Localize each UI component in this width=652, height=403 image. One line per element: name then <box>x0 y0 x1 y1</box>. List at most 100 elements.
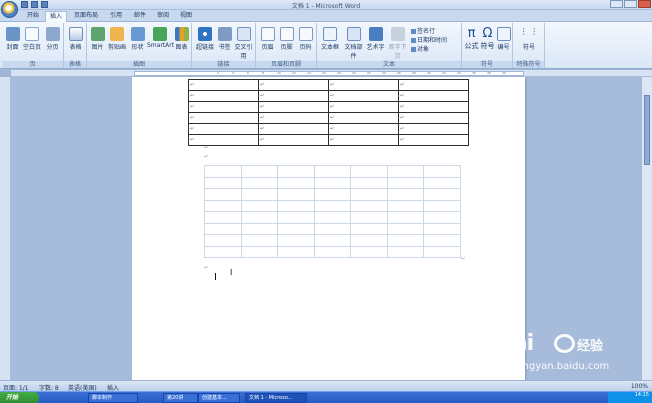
table-cell[interactable]: ↵ <box>328 90 399 102</box>
ruler-tick: 26 <box>397 71 401 75</box>
close-button[interactable] <box>638 0 651 8</box>
table-cell[interactable]: ↵ <box>398 123 469 135</box>
document-page[interactable]: ↵ ↵ ↵ ↵ ↵ ↵ ↵ ↵ ↵ ↵ ↵ ↵ ↵ ↵ ↵ ↵ ↵ ↵ ↵ ↵ ↵ ↵ ↵ ↵ ↵ ↵ ↵ ↵ I <box>132 77 525 380</box>
header-button[interactable]: 页眉 <box>259 27 276 51</box>
bookmark-button[interactable]: 书签 <box>217 27 232 51</box>
ribbon: 封面 空白页 分页 页 表格 表格 图片 剪贴画 形状 SmartArt 图表 … <box>0 22 652 69</box>
signature-line-button[interactable]: 签名行 <box>411 26 435 35</box>
taskbar-item-active[interactable]: 文档 1 - Microso... <box>245 393 307 403</box>
cover-page-button[interactable]: 封面 <box>5 27 20 51</box>
taskbar-item[interactable]: 第20讲 <box>163 393 198 403</box>
table-cell[interactable]: ↵ <box>258 101 329 113</box>
quick-parts-button[interactable]: 文档部件 <box>342 27 365 60</box>
shapes-button[interactable]: 形状 <box>129 27 146 51</box>
numbering-button[interactable]: 编号 <box>496 27 511 51</box>
ruler-tick: 4 <box>232 71 234 75</box>
clip-art-button[interactable]: 剪贴画 <box>107 27 127 51</box>
gridline-table[interactable] <box>204 165 461 258</box>
ruler-tick: 30 <box>427 71 431 75</box>
table-cell[interactable]: ↵ <box>398 101 469 113</box>
table-cell[interactable]: ↵ <box>328 101 399 113</box>
picture-button[interactable]: 图片 <box>90 27 105 51</box>
ruler-tick: 20 <box>352 71 356 75</box>
table-cell[interactable]: ↵ <box>188 134 259 146</box>
table-cell[interactable]: ↵ <box>398 134 469 146</box>
special-symbol-button[interactable]: ⋮ ⋮ 符号 <box>516 27 542 51</box>
table-cell[interactable]: ↵ <box>328 134 399 146</box>
equation-button[interactable]: π 公式 <box>464 26 479 51</box>
ruler-tick: 40 <box>502 71 506 75</box>
page-break-button[interactable]: 分页 <box>44 27 61 51</box>
wordart-button[interactable]: 艺术字 <box>366 27 385 51</box>
table-cell[interactable]: ↵ <box>188 112 259 124</box>
maximize-button[interactable] <box>624 0 637 8</box>
watermark-url: jingyan.baidu.com <box>517 361 610 372</box>
table-cell[interactable]: ↵ <box>258 79 329 91</box>
clock: 14:15 <box>634 392 649 398</box>
table-cell[interactable]: ↵ <box>258 112 329 124</box>
table-button[interactable]: 表格 <box>67 27 84 51</box>
smartart-button[interactable]: SmartArt <box>147 27 174 49</box>
table-cell[interactable]: ↵ <box>258 134 329 146</box>
tables-group: 表格 表格 <box>64 23 87 68</box>
page-number-button[interactable]: 页码 <box>297 27 314 51</box>
blank-page-button[interactable]: 空白页 <box>22 27 42 51</box>
tab-references[interactable]: 引用 <box>106 11 126 22</box>
table-cell[interactable]: ↵ <box>258 123 329 135</box>
footer-button[interactable]: 页脚 <box>278 27 295 51</box>
ruler-tick: 34 <box>457 71 461 75</box>
paragraph-mark: ↵ <box>204 265 209 271</box>
text-box-button[interactable]: 文本框 <box>320 27 340 51</box>
table-cell[interactable]: ↵ <box>398 112 469 124</box>
vertical-ruler[interactable] <box>0 77 11 380</box>
vertical-scrollbar[interactable] <box>641 77 652 380</box>
table-cell[interactable]: ↵ <box>188 123 259 135</box>
tab-insert[interactable]: 插入 <box>45 11 67 22</box>
table-cell[interactable]: ↵ <box>188 101 259 113</box>
illustrations-group: 图片 剪贴画 形状 SmartArt 图表 插图 <box>87 23 192 68</box>
window-controls <box>610 0 651 8</box>
paw-icon <box>554 334 575 353</box>
watermark-text: 经验 <box>577 339 604 354</box>
tab-mailings[interactable]: 邮件 <box>130 11 150 22</box>
paragraph-mark: ↵ <box>204 145 209 151</box>
chart-button[interactable]: 图表 <box>173 27 190 51</box>
hyperlink-button[interactable]: 超链接 <box>195 27 215 51</box>
zoom-level[interactable]: 100% <box>631 383 648 390</box>
tab-page-layout[interactable]: 页面布局 <box>71 11 101 22</box>
object-button[interactable]: 对象 <box>411 44 429 53</box>
tab-review[interactable]: 审阅 <box>153 11 173 22</box>
table-cell[interactable]: ↵ <box>328 112 399 124</box>
ribbon-tabs: 开始 插入 页面布局 引用 邮件 审阅 视图 <box>0 10 652 22</box>
table-cell[interactable]: ↵ <box>398 79 469 91</box>
tab-view[interactable]: 视图 <box>176 11 196 22</box>
date-time-button[interactable]: 日期和时间 <box>411 35 447 44</box>
bordered-table[interactable]: ↵ ↵ ↵ ↵ ↵ ↵ ↵ ↵ ↵ ↵ ↵ ↵ ↵ ↵ ↵ ↵ ↵ ↵ ↵ ↵ ↵ ↵ ↵ ↵ <box>188 79 469 146</box>
paragraph-mark: ↵ <box>461 256 466 262</box>
start-button[interactable]: 开始 <box>0 392 39 403</box>
scroll-thumb[interactable] <box>644 95 650 165</box>
tab-home[interactable]: 开始 <box>23 11 43 22</box>
taskbar-item[interactable]: 脚本制作 <box>88 393 138 403</box>
drop-cap-button[interactable]: 首字下沉 <box>386 27 409 60</box>
ruler-tick: 2 <box>217 71 219 75</box>
table-cell[interactable]: ↵ <box>328 79 399 91</box>
symbols-group: π 公式 Ω 符号 编号 符号 <box>462 23 513 68</box>
ruler-tick: 6 <box>247 71 249 75</box>
table-cell[interactable]: ↵ <box>188 90 259 102</box>
ruler-tick: 12 <box>292 71 296 75</box>
table-cell[interactable]: ↵ <box>328 123 399 135</box>
taskbar-item[interactable]: 创建基本... <box>198 393 240 403</box>
cross-reference-button[interactable]: 交叉引用 <box>234 27 253 60</box>
symbol-button[interactable]: Ω 符号 <box>480 26 495 51</box>
office-button[interactable] <box>1 1 18 18</box>
table-cell[interactable]: ↵ <box>188 79 259 91</box>
horizontal-ruler[interactable]: 2 4 6 8 10 12 14 16 18 20 22 24 26 28 30… <box>11 70 652 77</box>
text-cursor <box>215 273 216 280</box>
table-cell[interactable]: ↵ <box>398 90 469 102</box>
table-cell[interactable]: ↵ <box>258 90 329 102</box>
watermark-logo: Bai <box>497 331 534 356</box>
paragraph-mark: ↵ <box>204 154 209 160</box>
ruler-tick: 22 <box>367 71 371 75</box>
minimize-button[interactable] <box>610 0 623 8</box>
